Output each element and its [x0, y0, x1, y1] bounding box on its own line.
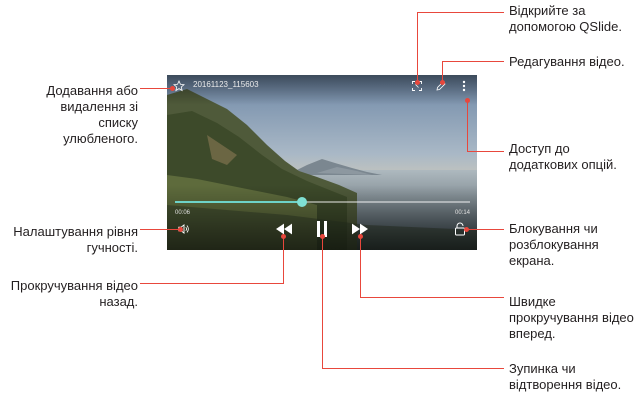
callout-line-edit-h: [442, 61, 504, 62]
callout-rewind-text: Прокручування відео назад.: [10, 278, 138, 309]
callout-line-more-h: [467, 151, 504, 152]
callout-more-options: Доступ до додаткових опцій.: [509, 141, 641, 173]
callout-favorite-text: Додавання або видалення зі списку улюбле…: [46, 83, 138, 146]
callout-line-edit-v: [442, 61, 443, 82]
callout-line-favorite: [140, 88, 172, 89]
video-player-screen[interactable]: 20161123_115603 00:06 00:14: [167, 75, 477, 250]
callout-lock-text: Блокування чи розблокування екрана.: [509, 221, 599, 268]
callout-dot-rewind: [281, 234, 286, 239]
callout-more-options-text: Доступ до додаткових опцій.: [509, 141, 617, 172]
callout-line-ff-v: [360, 236, 361, 298]
callout-rewind: Прокручування відео назад.: [0, 278, 138, 310]
callout-line-ff-h: [360, 297, 504, 298]
callout-line-more-v: [467, 100, 468, 152]
video-filename: 20161123_115603: [193, 80, 259, 89]
callout-qslide: Відкрийте за допомогою QSlide.: [509, 3, 639, 35]
time-elapsed: 00:06: [175, 210, 191, 216]
callout-line-rewind-h: [140, 283, 283, 284]
callout-fast-forward-text: Швидке прокручування відео вперед.: [509, 294, 634, 341]
time-total: 00:14: [455, 210, 471, 216]
callout-dot-more: [465, 98, 470, 103]
callout-dot-favorite: [170, 86, 175, 91]
callout-line-qslide-v: [417, 12, 418, 82]
callout-favorite: Додавання або видалення зі списку улюбле…: [20, 83, 138, 147]
callout-line-volume: [140, 229, 180, 230]
callout-line-qslide-h: [417, 12, 504, 13]
callout-dot-lock: [464, 227, 469, 232]
callout-dot-pause: [320, 234, 325, 239]
progress-bar[interactable]: [175, 197, 470, 207]
callout-pause: Зупинка чи відтворення відео.: [509, 361, 641, 393]
callout-edit-text: Редагування відео.: [509, 54, 625, 69]
more-vertical-icon[interactable]: [458, 78, 470, 94]
callout-dot-ff: [358, 234, 363, 239]
callout-line-pause-v: [322, 236, 323, 369]
callout-volume: Налаштування рівня гучності.: [4, 224, 138, 256]
callout-volume-text: Налаштування рівня гучності.: [13, 224, 138, 255]
callout-lock: Блокування чи розблокування екрана.: [509, 221, 639, 269]
callout-line-rewind-v: [283, 236, 284, 284]
callout-pause-text: Зупинка чи відтворення відео.: [509, 361, 622, 392]
callout-edit: Редагування відео.: [509, 54, 639, 70]
callout-line-lock: [466, 229, 504, 230]
callout-dot-edit: [440, 80, 445, 85]
callout-fast-forward: Швидке прокручування відео вперед.: [509, 294, 641, 342]
callout-qslide-text: Відкрийте за допомогою QSlide.: [509, 3, 622, 34]
progress-knob[interactable]: [296, 197, 307, 207]
callout-dot-volume: [178, 227, 183, 232]
callout-dot-qslide: [415, 80, 420, 85]
progress-fill: [175, 201, 302, 203]
callout-line-pause-h: [322, 368, 504, 369]
